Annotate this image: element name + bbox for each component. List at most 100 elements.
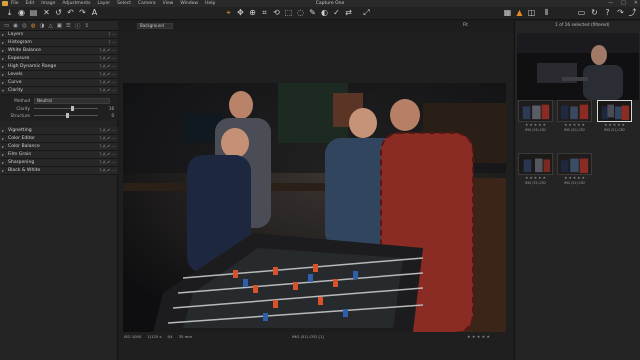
thumbnail-5[interactable] xyxy=(557,153,592,175)
tool-hdr[interactable]: ▸ High Dynamic Range? A ↶ ⋯ xyxy=(0,63,118,71)
close-window-button[interactable]: ✕ xyxy=(634,0,638,7)
zoom-select[interactable]: Fit xyxy=(463,23,468,28)
menu-layer[interactable]: Layer xyxy=(98,0,111,7)
rotate-tool-icon[interactable]: ⟲ xyxy=(272,8,281,18)
share-icon[interactable]: ⤴ xyxy=(628,8,637,18)
tool-actions[interactable]: ? A ↶ ⋯ xyxy=(99,48,116,53)
tool-sharpening[interactable]: ▸ Sharpening? A ↶ ⋯ xyxy=(0,159,118,167)
import-icon[interactable]: ⤓ xyxy=(5,8,14,18)
tool-color-balance[interactable]: ▸ Color Balance? A ↶ ⋯ xyxy=(0,143,118,151)
tab-adjust-icon[interactable]: ☰ xyxy=(66,23,71,29)
thumb-rating[interactable]: ★ ★ ★ ★ ★ xyxy=(518,123,553,127)
zoom-tool-icon[interactable]: ⊕ xyxy=(248,8,257,18)
menu-window[interactable]: Window xyxy=(180,0,198,7)
gradient-tool-icon[interactable]: ◐ xyxy=(320,8,329,18)
tool-actions[interactable]: ? ⋯ xyxy=(108,32,116,37)
star-rating[interactable]: ★ ★ ★ ★ ★ xyxy=(467,333,490,340)
menu-adjustments[interactable]: Adjustments xyxy=(62,0,90,7)
tool-color-editor[interactable]: ▸ Color Editor? A ↶ ⋯ xyxy=(0,135,118,143)
sync-icon[interactable]: ↻ xyxy=(590,8,599,18)
library-icon[interactable]: ▤ xyxy=(29,8,38,18)
tool-layers[interactable]: ▸ Layers? ⋯ xyxy=(0,31,118,39)
warning-icon[interactable]: ▲ xyxy=(515,8,524,18)
tool-black-white[interactable]: ▸ Black & White? A ↶ ⋯ xyxy=(0,167,118,175)
thumb-rating[interactable]: ★ ★ ★ ★ ★ xyxy=(557,176,592,180)
tab-details-icon[interactable]: △ xyxy=(48,23,52,29)
clarity-slider-handle[interactable] xyxy=(71,106,75,111)
menu-image[interactable]: Image xyxy=(41,0,55,7)
tab-output-icon[interactable]: ⇪ xyxy=(84,23,89,29)
structure-value[interactable]: 0 xyxy=(104,113,114,118)
picker-tool-icon[interactable]: ✓ xyxy=(332,8,341,18)
menu-select[interactable]: Select xyxy=(117,0,131,7)
tool-white-balance[interactable]: ▸ White Balance? A ↶ ⋯ xyxy=(0,47,118,55)
cursor-tool-icon[interactable]: ⌖ xyxy=(224,8,233,18)
tool-actions[interactable]: ? ⋯ xyxy=(108,40,116,45)
minimize-button[interactable]: — xyxy=(608,0,613,7)
tool-actions[interactable]: ? A ↶ ⋯ xyxy=(99,136,116,141)
maximize-button[interactable]: □ xyxy=(621,0,626,7)
tool-actions[interactable]: ? A ↶ ⋯ xyxy=(99,80,116,85)
tab-color-icon[interactable]: ◍ xyxy=(31,23,36,29)
tool-actions[interactable]: ? A ↶ ⋯ xyxy=(99,168,116,173)
help-icon[interactable]: ? xyxy=(603,8,612,18)
tool-vignetting[interactable]: ▸ Vignetting? A ↶ ⋯ xyxy=(0,127,118,135)
crop-tool-icon[interactable]: ⌗ xyxy=(260,8,269,18)
viewer-mode-icon[interactable]: ▭ xyxy=(577,8,586,18)
tool-clarity[interactable]: ▾ Clarity? A ↶ ⋯ xyxy=(0,87,118,95)
main-photo[interactable] xyxy=(123,83,506,332)
camera-icon[interactable]: ◉ xyxy=(17,8,26,18)
brush-tool-icon[interactable]: ✎ xyxy=(308,8,317,18)
structure-slider[interactable] xyxy=(34,113,98,118)
tab-local-icon[interactable]: ▣ xyxy=(57,23,62,29)
menu-file[interactable]: File xyxy=(11,0,19,7)
menu-help[interactable]: Help xyxy=(205,0,215,7)
keystone-tool-icon[interactable]: ⬚ xyxy=(284,8,293,18)
thumbnail-2[interactable] xyxy=(557,100,592,122)
thumbnail-3-selected[interactable] xyxy=(597,100,632,122)
tab-lens-icon[interactable]: ◎ xyxy=(22,23,27,29)
background-select[interactable]: Background xyxy=(137,23,173,29)
clarity-value[interactable]: 16 xyxy=(104,106,114,111)
tool-actions[interactable]: ? A ↶ ⋯ xyxy=(99,160,116,165)
method-select[interactable]: Neutral xyxy=(34,97,110,104)
tool-actions[interactable]: ? A ↶ ⋯ xyxy=(99,88,116,93)
thumb-rating[interactable]: ★ ★ ★ ★ ★ xyxy=(557,123,592,127)
tool-actions[interactable]: ? A ↶ ⋯ xyxy=(99,144,116,149)
grid-view-icon[interactable]: ▦ xyxy=(503,8,512,18)
tab-library-icon[interactable]: ▭ xyxy=(4,23,9,29)
tool-levels[interactable]: ▸ Levels? A ↶ ⋯ xyxy=(0,71,118,79)
undo-icon[interactable]: ↶ xyxy=(66,8,75,18)
proof-icon[interactable]: ◫ xyxy=(527,8,536,18)
tool-actions[interactable]: ? A ↶ ⋯ xyxy=(99,128,116,133)
tool-actions[interactable]: ? A ↶ ⋯ xyxy=(99,72,116,77)
expand-icon[interactable]: ⤢ xyxy=(362,8,371,18)
tool-histogram[interactable]: ▸ Histogram? ⋯ xyxy=(0,39,118,47)
spot-removal-icon[interactable]: ◌ xyxy=(296,8,305,18)
tool-curve[interactable]: ▸ Curve? A ↶ ⋯ xyxy=(0,79,118,87)
tab-exposure-icon[interactable]: ◑ xyxy=(40,23,45,29)
tab-capture-icon[interactable]: ◉ xyxy=(13,23,18,29)
copy-adjust-icon[interactable]: ⇄ xyxy=(344,8,353,18)
tool-actions[interactable]: ? A ↶ ⋯ xyxy=(99,56,116,61)
menu-edit[interactable]: Edit xyxy=(26,0,35,7)
thumbnail-1[interactable] xyxy=(518,100,553,122)
tool-film-grain[interactable]: ▸ Film Grain? A ↶ ⋯ xyxy=(0,151,118,159)
redo-icon[interactable]: ↷ xyxy=(78,8,87,18)
reset-icon[interactable]: ↺ xyxy=(54,8,63,18)
tool-actions[interactable]: ? A ↶ ⋯ xyxy=(99,64,116,69)
thumb-rating[interactable]: ★ ★ ★ ★ ★ xyxy=(597,123,632,127)
rotate-right-icon[interactable]: ↷ xyxy=(616,8,625,18)
menu-view[interactable]: View xyxy=(163,0,174,7)
menu-camera[interactable]: Camera xyxy=(138,0,156,7)
pan-tool-icon[interactable]: ✥ xyxy=(236,8,245,18)
thumb-rating[interactable]: ★ ★ ★ ★ ★ xyxy=(518,176,553,180)
tab-metadata-icon[interactable]: ⓘ xyxy=(75,22,81,30)
delete-icon[interactable]: ✕ xyxy=(42,8,51,18)
tool-exposure[interactable]: ▸ Exposure? A ↶ ⋯ xyxy=(0,55,118,63)
guides-icon[interactable]: ⫴ xyxy=(542,8,551,18)
thumbnail-4[interactable] xyxy=(518,153,553,175)
structure-slider-handle[interactable] xyxy=(66,113,69,118)
clarity-slider[interactable] xyxy=(34,106,98,111)
tool-actions[interactable]: ? A ↶ ⋯ xyxy=(99,152,116,157)
